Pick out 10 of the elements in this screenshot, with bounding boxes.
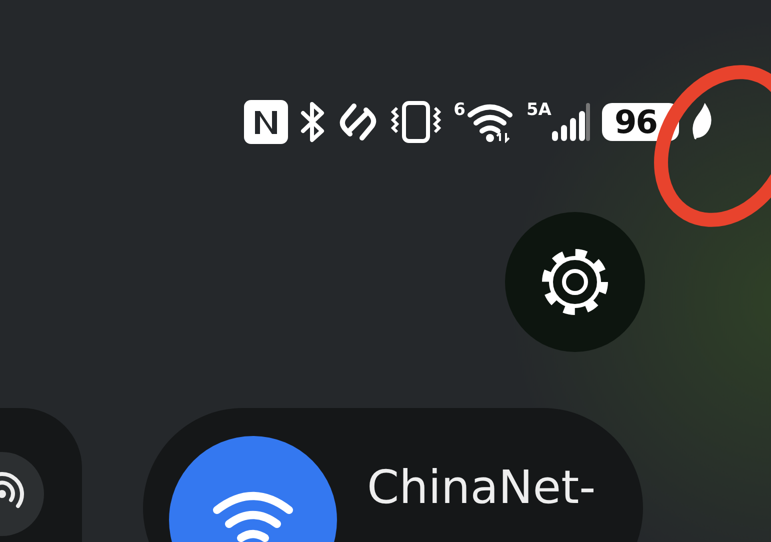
- network-name: ChinaNet-: [367, 460, 596, 514]
- nfc-icon: [244, 100, 288, 144]
- bluetooth-icon: [300, 101, 326, 143]
- signal-icon: [552, 101, 590, 143]
- vibrate-icon: [390, 100, 442, 144]
- leaf-icon: [691, 103, 713, 141]
- wifi-standard-text: 6: [454, 101, 466, 119]
- wifi-icon: [211, 490, 295, 542]
- wifi-tile[interactable]: ChinaNet-: [143, 408, 643, 542]
- network-type-text: 5A: [526, 101, 552, 119]
